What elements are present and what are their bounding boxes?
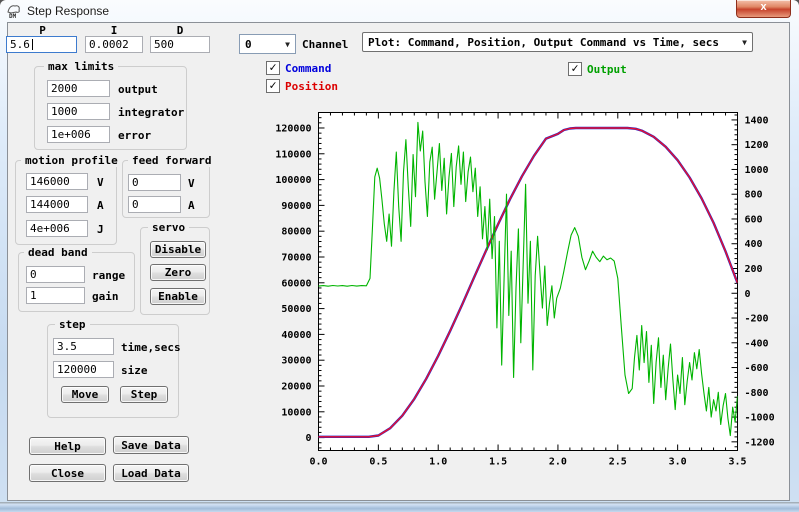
integrator-limit-label: integrator [118, 106, 184, 119]
step-size-label: size [121, 364, 148, 377]
svg-text:DM: DM [9, 13, 17, 19]
output-checkbox[interactable]: ✓ [568, 62, 582, 76]
servo-title: servo [148, 221, 189, 234]
titlebar[interactable]: DM Step Response [0, 0, 799, 22]
output-label: Output [587, 63, 627, 76]
close-button[interactable]: Close [29, 464, 106, 482]
text-caret [32, 39, 33, 50]
accel-field[interactable] [26, 196, 88, 213]
window-title: Step Response [27, 4, 109, 18]
error-limit-label: error [118, 129, 151, 142]
close-icon: x [760, 1, 766, 13]
d-field[interactable] [150, 36, 210, 53]
step-time-label: time,secs [121, 341, 181, 354]
dead-band-title: dead band [24, 246, 92, 259]
output-limit-field[interactable] [47, 80, 110, 97]
save-data-button[interactable]: Save Data [113, 436, 189, 454]
deadband-gain-field[interactable] [26, 287, 85, 304]
max-limits-title: max limits [44, 60, 118, 73]
error-limit-field[interactable] [47, 126, 110, 143]
step-button[interactable]: Step [120, 386, 168, 403]
motion-profile-title: motion profile [21, 154, 122, 167]
integrator-limit-field[interactable] [47, 103, 110, 120]
app-icon: DM [6, 3, 22, 19]
ff-velocity-label: V [188, 177, 195, 190]
command-label: Command [285, 62, 331, 75]
deadband-range-field[interactable] [26, 266, 85, 283]
channel-label: Channel [302, 38, 348, 51]
chevron-down-icon: ▼ [742, 38, 747, 47]
disable-button[interactable]: Disable [150, 241, 206, 258]
step-time-field[interactable] [53, 338, 114, 355]
step-response-window: DM Step Response x 0.00.51.01.52.02.53.0… [0, 0, 799, 512]
step-size-field[interactable] [53, 361, 114, 378]
help-button[interactable]: Help [29, 437, 106, 455]
position-checkbox[interactable]: ✓ [266, 79, 280, 93]
output-limit-label: output [118, 83, 158, 96]
i-field[interactable] [85, 36, 143, 53]
step-title: step [55, 318, 90, 331]
command-checkbox[interactable]: ✓ [266, 61, 280, 75]
enable-button[interactable]: Enable [150, 288, 206, 305]
ff-velocity-field[interactable] [128, 174, 181, 191]
deadband-gain-label: gain [92, 290, 119, 303]
channel-select[interactable]: 0 ▼ [239, 34, 296, 54]
window-bottom-frame [0, 502, 799, 512]
zero-button[interactable]: Zero [150, 264, 206, 281]
velocity-label: V [97, 176, 104, 189]
ff-accel-field[interactable] [128, 196, 181, 213]
chevron-down-icon: ▼ [285, 40, 290, 49]
jerk-field[interactable] [26, 220, 88, 237]
load-data-button[interactable]: Load Data [113, 464, 189, 482]
velocity-field[interactable] [26, 173, 88, 190]
move-button[interactable]: Move [61, 386, 109, 403]
window-close-button[interactable]: x [736, 0, 791, 18]
deadband-range-label: range [92, 269, 125, 282]
jerk-label: J [97, 223, 104, 236]
ff-accel-label: A [188, 199, 195, 212]
feed-forward-title: feed forward [128, 154, 215, 167]
plot-select[interactable]: Plot: Command, Position, Output Command … [362, 32, 753, 52]
accel-label: A [97, 199, 104, 212]
p-field[interactable] [6, 36, 77, 53]
position-label: Position [285, 80, 338, 93]
